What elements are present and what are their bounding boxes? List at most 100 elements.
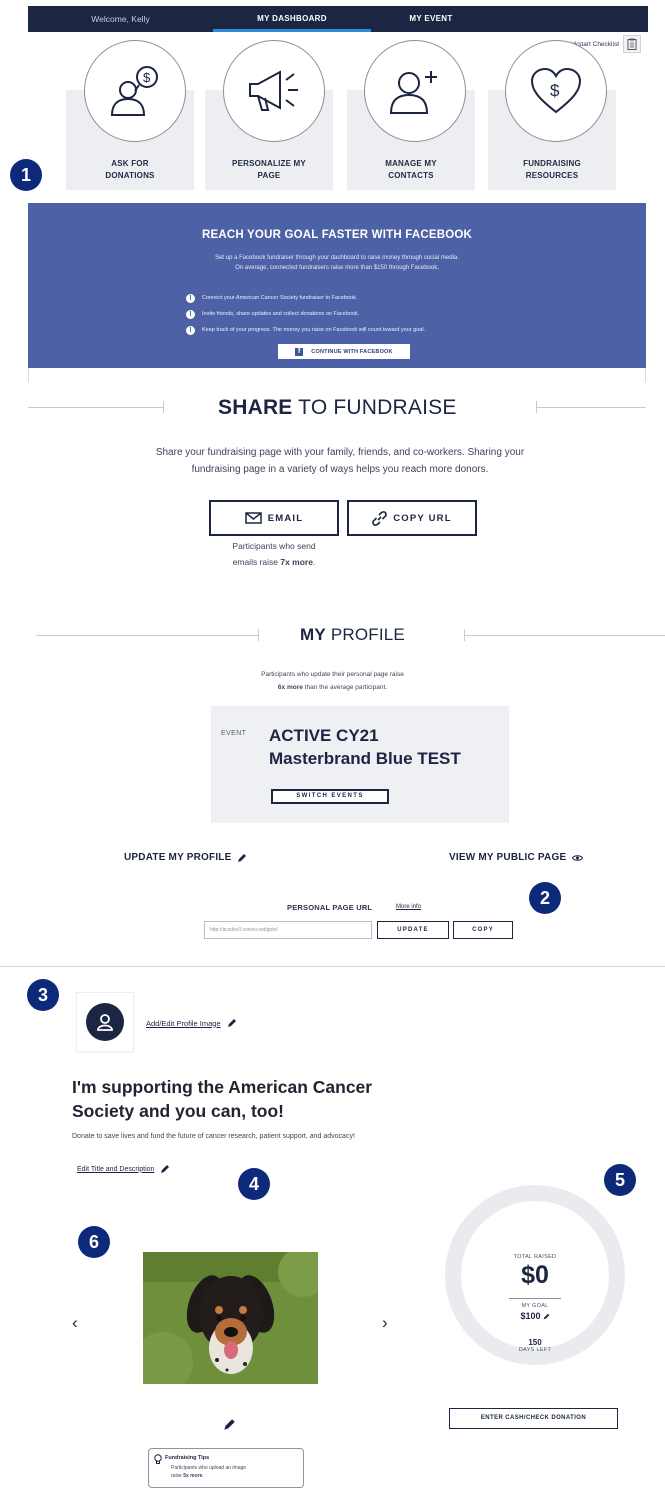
email-stat-note: Participants who send emails raise 7x mo… bbox=[200, 538, 348, 570]
callout-badge-1: 1 bbox=[10, 159, 42, 191]
days-left-label: DAYS LEFT bbox=[518, 1347, 552, 1353]
info-icon: ! bbox=[186, 293, 195, 303]
profile-note-line1: Participants who update their personal p… bbox=[261, 671, 404, 678]
tips-body-bold: 5x more bbox=[183, 1473, 203, 1479]
svg-text:$: $ bbox=[143, 70, 151, 85]
divider bbox=[163, 401, 164, 413]
profile-title-rest: PROFILE bbox=[325, 625, 405, 644]
switch-events-button[interactable]: SWITCH EVENTS bbox=[271, 789, 389, 804]
event-name: ACTIVE CY21 Masterbrand Blue TEST bbox=[269, 724, 461, 770]
personal-url-input[interactable]: http://acsdev3.convio.net/goto/ bbox=[204, 921, 372, 939]
share-description: Share your fundraising page with your fa… bbox=[130, 444, 550, 478]
email-note-pre: emails raise bbox=[232, 557, 281, 567]
facebook-banner-description: Set up a Facebook fundraiser through you… bbox=[148, 253, 526, 273]
fundraising-tips-tooltip: Fundraising Tips Participants who upload… bbox=[148, 1448, 304, 1488]
profile-photo bbox=[143, 1252, 318, 1384]
email-note-line1: Participants who send bbox=[232, 541, 316, 551]
donation-person-icon[interactable]: $ bbox=[84, 40, 186, 142]
tips-title: Fundraising Tips bbox=[165, 1455, 210, 1461]
clipboard-icon bbox=[623, 35, 641, 53]
welcome-text: Welcome, Kelly bbox=[91, 14, 150, 24]
avatar bbox=[86, 1003, 124, 1041]
email-button-label: EMAIL bbox=[267, 512, 304, 524]
update-url-button[interactable]: UPDATE bbox=[377, 921, 449, 939]
divider bbox=[536, 401, 537, 413]
callout-badge-3: 3 bbox=[27, 979, 59, 1011]
tips-body-post: . bbox=[202, 1473, 204, 1479]
goal-edit[interactable]: $100 bbox=[465, 1311, 605, 1321]
add-edit-profile-image-link[interactable]: Add/Edit Profile Image bbox=[146, 1018, 237, 1028]
copy-url-button-label: COPY URL bbox=[393, 512, 452, 524]
facebook-desc-line2: On average, connected fundraisers raise … bbox=[235, 265, 439, 271]
divider bbox=[28, 368, 29, 382]
list-item-text: Invite friends, share updates and collec… bbox=[202, 311, 360, 317]
view-public-page-label: VIEW MY PUBLIC PAGE bbox=[449, 852, 567, 863]
heart-dollar-icon[interactable]: $ bbox=[505, 40, 607, 142]
share-title-rest: TO FUNDRAISE bbox=[292, 396, 457, 419]
copy-url-button[interactable]: COPY URL bbox=[347, 500, 477, 536]
info-icon: ! bbox=[186, 309, 195, 319]
divider bbox=[536, 407, 646, 408]
profile-image-box[interactable] bbox=[77, 993, 133, 1051]
info-icon: ! bbox=[186, 325, 195, 335]
progress-stats: TOTAL RAISED $0 MY GOAL $100 150 DAYS LE… bbox=[465, 1254, 605, 1353]
list-item: ! Invite friends, share updates and colle… bbox=[186, 306, 425, 322]
tile-label-line1: MANAGE MY bbox=[385, 159, 437, 168]
pencil-icon bbox=[224, 1419, 235, 1430]
eye-icon bbox=[572, 854, 584, 861]
facebook-banner: REACH YOUR GOAL FASTER WITH FACEBOOK Set… bbox=[28, 203, 646, 368]
tile-label-line1: PERSONALIZE MY bbox=[232, 159, 306, 168]
divider bbox=[0, 966, 665, 967]
profile-note-bold: 6x more bbox=[277, 684, 303, 691]
divider bbox=[28, 407, 163, 408]
continue-with-facebook-label: CONTINUE WITH FACEBOOK bbox=[311, 348, 393, 355]
total-raised-value: $0 bbox=[521, 1261, 549, 1289]
profile-stat-note: Participants who update their personal p… bbox=[200, 668, 465, 694]
edit-title-description-link[interactable]: Edit Title and Description bbox=[77, 1164, 170, 1174]
copy-url-small-button[interactable]: COPY bbox=[453, 921, 513, 939]
divider bbox=[464, 635, 665, 636]
more-info-link[interactable]: More info bbox=[396, 904, 421, 910]
update-profile-label: UPDATE MY PROFILE bbox=[124, 852, 232, 863]
tab-my-dashboard[interactable]: MY DASHBOARD bbox=[213, 6, 371, 32]
user-icon bbox=[97, 1014, 113, 1031]
tab-my-event[interactable]: MY EVENT bbox=[371, 6, 491, 32]
tile-label-line1: ASK FOR bbox=[111, 159, 149, 168]
view-public-page-link[interactable]: VIEW MY PUBLIC PAGE bbox=[449, 852, 584, 863]
edit-photo-button[interactable] bbox=[223, 1418, 236, 1436]
add-edit-image-label: Add/Edit Profile Image bbox=[146, 1018, 221, 1028]
list-item-text: Keep track of your progress. The money y… bbox=[202, 327, 426, 333]
facebook-desc-line1: Set up a Facebook fundraiser through you… bbox=[215, 255, 459, 261]
top-nav: Welcome, Kelly MY DASHBOARD MY EVENT bbox=[28, 6, 648, 32]
continue-with-facebook-button[interactable]: f CONTINUE WITH FACEBOOK bbox=[278, 344, 410, 359]
tile-label-line1: FUNDRAISING bbox=[523, 159, 581, 168]
tips-body-pre: raise bbox=[171, 1473, 184, 1479]
enter-cash-check-donation-button[interactable]: ENTER CASH/CHECK DONATION bbox=[449, 1408, 618, 1429]
goal-label: MY GOAL bbox=[521, 1303, 549, 1309]
share-desc-line1: Share your fundraising page with your fa… bbox=[155, 447, 525, 458]
callout-badge-2: 2 bbox=[529, 882, 561, 914]
tile-label-line2: CONTACTS bbox=[388, 171, 434, 180]
carousel-next-button[interactable]: › bbox=[382, 1313, 388, 1333]
megaphone-icon[interactable] bbox=[223, 40, 325, 142]
tile-label-line2: RESOURCES bbox=[525, 171, 579, 180]
total-raised-label: TOTAL RAISED bbox=[513, 1254, 557, 1260]
divider bbox=[509, 1298, 561, 1299]
event-card: EVENT ACTIVE CY21 Masterbrand Blue TEST … bbox=[211, 706, 509, 823]
pencil-icon bbox=[543, 1313, 549, 1319]
tile-label-line2: PAGE bbox=[257, 171, 281, 180]
list-item-text: Connect your American Cancer Society fun… bbox=[202, 295, 358, 301]
pencil-icon bbox=[161, 1165, 170, 1173]
list-item: ! Connect your American Cancer Society fu… bbox=[186, 290, 425, 306]
list-item: ! Keep track of your progress. The money … bbox=[186, 322, 425, 338]
email-note-bold: 7x more bbox=[280, 557, 313, 567]
email-button[interactable]: EMAIL bbox=[209, 500, 339, 536]
tips-body-line1: Participants who upload an image bbox=[171, 1465, 247, 1471]
add-contact-icon[interactable] bbox=[364, 40, 466, 142]
carousel-prev-button[interactable]: ‹ bbox=[72, 1313, 78, 1333]
update-my-profile-link[interactable]: UPDATE MY PROFILE bbox=[124, 852, 247, 863]
goal-value: $100 bbox=[520, 1311, 541, 1321]
share-section-title: SHARE TO FUNDRAISE bbox=[218, 396, 457, 420]
event-name-line1: ACTIVE CY21 bbox=[269, 726, 379, 745]
pencil-icon bbox=[227, 1019, 236, 1027]
